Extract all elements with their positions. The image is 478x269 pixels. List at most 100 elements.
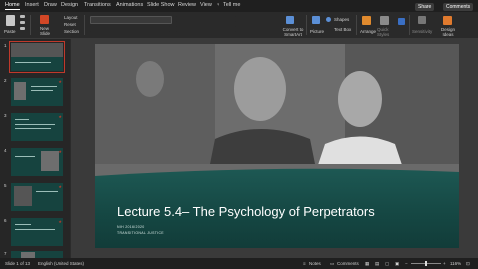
slide-sorter-icon[interactable]: ▤	[375, 261, 379, 267]
divider	[306, 15, 307, 35]
tab-animations[interactable]: Animations	[116, 2, 143, 8]
thumb-photo	[14, 82, 26, 100]
reading-view-icon[interactable]: ▢	[385, 261, 389, 267]
new-slide-button[interactable]: New Slide	[40, 26, 52, 36]
divider	[30, 15, 31, 35]
zoom-slider[interactable]	[411, 261, 441, 266]
shapes-icon	[326, 17, 331, 22]
copy-icon[interactable]	[20, 21, 25, 24]
sensitivity-button[interactable]: Sensitivity	[412, 29, 432, 34]
reset-button[interactable]: Reset	[64, 22, 76, 27]
slide-subtitle-line-1[interactable]: NIH 2016/2020	[117, 225, 144, 229]
comments-label: Comments	[446, 4, 471, 10]
status-bar: Slide 1 of 13 English (United States) ≡ …	[0, 258, 478, 269]
font-name-dropdown[interactable]	[90, 16, 172, 24]
tell-me-field[interactable]: Tell me	[223, 2, 240, 8]
picture-button[interactable]: Picture	[310, 29, 324, 34]
comments-icon: ▭	[330, 261, 335, 266]
thumb-number: 3	[4, 113, 7, 118]
tab-view[interactable]: View	[200, 2, 212, 8]
divider	[356, 15, 357, 35]
thumb-number: 5	[4, 183, 7, 188]
thumb-number: 7	[4, 251, 7, 256]
thumb-text-line	[31, 86, 57, 87]
slide-thumbnail-panel[interactable]: 1 2 ★ 3 ★ 4 ★ 5 ★ 6 ★ 7	[0, 39, 70, 258]
layout-button[interactable]: Layout	[64, 15, 78, 20]
notes-button[interactable]: Notes	[309, 261, 321, 266]
text-box-button[interactable]: Text Box	[334, 27, 351, 32]
thumb-text-line	[15, 128, 51, 129]
thumb-text-line	[15, 124, 55, 125]
thumb-text-line	[15, 229, 55, 230]
star-icon: ★	[58, 149, 62, 154]
convert-smartart-button[interactable]: Convert to SmartArt	[280, 27, 306, 37]
star-icon: ★	[58, 184, 62, 189]
thumbnail-slide-1[interactable]	[9, 41, 65, 73]
thumb-photo	[11, 43, 63, 57]
tab-design[interactable]: Design	[61, 2, 78, 8]
tab-draw[interactable]: Draw	[44, 2, 57, 8]
divider	[84, 15, 85, 35]
thumb-photo	[41, 151, 59, 171]
notes-icon: ≡	[303, 261, 306, 266]
slide-title[interactable]: Lecture 5.4– The Psychology of Perpetrat…	[117, 204, 375, 219]
arrange-button[interactable]: Arrange	[360, 29, 376, 34]
picture-icon	[312, 16, 320, 24]
design-ideas-button[interactable]: Design Ideas	[439, 27, 457, 37]
thumb-number: 2	[4, 78, 7, 83]
thumb-number: 1	[4, 43, 7, 48]
thumbnail-slide-6[interactable]: ★	[11, 218, 63, 246]
ribbon-tab-bar: Home Insert Draw Design Transitions Anim…	[0, 0, 478, 12]
slideshow-icon[interactable]: ▣	[395, 261, 399, 267]
format-painter-icon[interactable]	[20, 27, 25, 30]
tab-transitions[interactable]: Transitions	[84, 2, 111, 8]
paragraph-buttons[interactable]	[176, 16, 236, 22]
thumb-text-line	[15, 119, 29, 120]
slide-subtitle-line-2[interactable]: TRANSITIONAL JUSTICE	[117, 231, 164, 235]
share-button[interactable]: Share	[415, 3, 435, 11]
slide-canvas[interactable]: Lecture 5.4– The Psychology of Perpetrat…	[71, 39, 478, 258]
slide[interactable]: Lecture 5.4– The Psychology of Perpetrat…	[95, 44, 459, 248]
star-icon: ★	[58, 79, 62, 84]
thumbnail-slide-5[interactable]: ★	[11, 183, 63, 211]
zoom-in-icon[interactable]: +	[443, 261, 446, 266]
section-button[interactable]: Section	[64, 29, 79, 34]
sensitivity-icon	[418, 16, 426, 24]
fit-slide-icon[interactable]: ⊡	[466, 261, 470, 267]
paste-button[interactable]: Paste	[4, 29, 16, 34]
thumb-number: 6	[4, 218, 7, 223]
divider	[409, 15, 410, 35]
tab-home[interactable]: Home	[5, 2, 20, 10]
band-curve	[95, 164, 459, 176]
language-indicator[interactable]: English (United States)	[38, 261, 84, 266]
slide-indicator: Slide 1 of 13	[5, 261, 31, 266]
thumbnail-slide-2[interactable]: ★	[11, 78, 63, 106]
thumb-photo	[14, 186, 32, 206]
zoom-slider-thumb[interactable]	[425, 261, 427, 266]
normal-view-icon[interactable]: ▦	[365, 261, 369, 267]
quick-styles-icon	[380, 16, 389, 25]
star-icon: ★	[58, 219, 62, 224]
thumb-title-line	[15, 62, 51, 63]
lightbulb-icon: ♀	[216, 2, 221, 8]
comments-button[interactable]: Comments	[443, 3, 474, 11]
font-format-buttons[interactable]	[90, 26, 170, 32]
status-comments-button[interactable]: Comments	[337, 261, 359, 266]
zoom-out-icon[interactable]: −	[405, 261, 408, 266]
alignment-buttons[interactable]	[176, 26, 236, 32]
thumbnail-slide-7[interactable]	[11, 251, 63, 258]
thumb-text-line	[15, 224, 31, 225]
tab-slide-show[interactable]: Slide Show	[147, 2, 175, 8]
cut-icon[interactable]	[20, 15, 25, 18]
thumbnail-slide-3[interactable]: ★	[11, 113, 63, 141]
thumb-text-line	[31, 90, 53, 91]
arrange-icon	[362, 16, 371, 25]
shape-fill-icon[interactable]	[398, 18, 405, 25]
shapes-button[interactable]: Shapes	[334, 17, 349, 22]
quick-styles-button[interactable]: Quick Styles	[377, 27, 393, 37]
new-slide-icon	[40, 15, 49, 24]
tab-review[interactable]: Review	[178, 2, 196, 8]
thumbnail-slide-4[interactable]: ★	[11, 148, 63, 176]
zoom-level[interactable]: 116%	[450, 261, 461, 266]
tab-insert[interactable]: Insert	[25, 2, 39, 8]
